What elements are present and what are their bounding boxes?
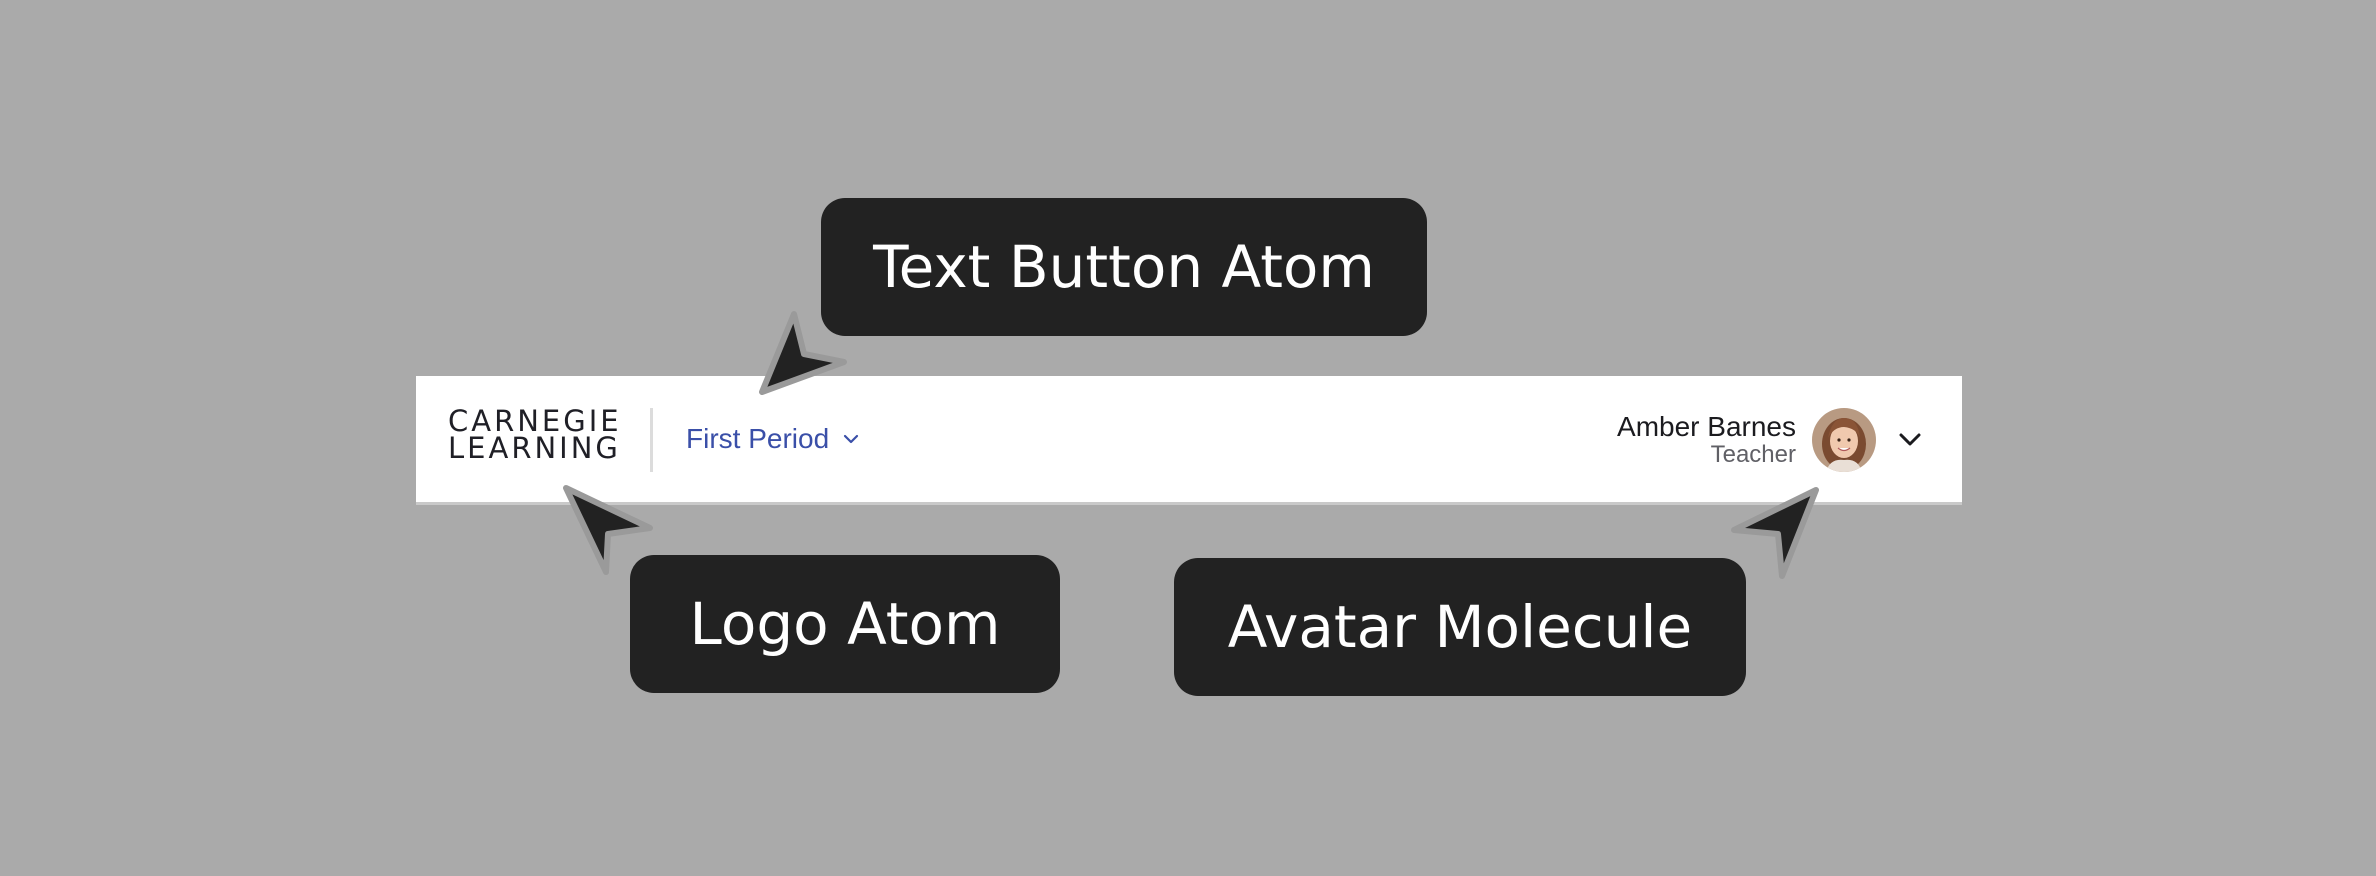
chevron-down-icon (843, 434, 859, 444)
avatar-photo-icon (1812, 408, 1876, 472)
period-selector-button[interactable]: First Period (686, 416, 859, 462)
user-info: Amber Barnes Teacher (1617, 412, 1796, 468)
callout-text-button-label: Text Button Atom (873, 233, 1375, 301)
callout-text-button-atom: Text Button Atom (821, 198, 1427, 336)
pointer-arrow-icon (1730, 486, 1820, 579)
period-selector-label: First Period (686, 423, 830, 454)
user-menu[interactable]: Amber Barnes Teacher (1617, 404, 1922, 476)
logo-divider (650, 408, 653, 472)
callout-logo-atom: Logo Atom (630, 555, 1060, 693)
callout-logo-label: Logo Atom (689, 590, 1001, 658)
pointer-arrow-icon (562, 484, 653, 575)
user-name: Amber Barnes (1617, 411, 1796, 442)
avatar[interactable] (1812, 408, 1876, 472)
callout-avatar-label: Avatar Molecule (1227, 593, 1693, 661)
pointer-arrow-icon (756, 311, 847, 402)
chevron-down-icon[interactable] (1898, 432, 1922, 448)
callout-avatar-molecule: Avatar Molecule (1174, 558, 1746, 696)
carnegie-learning-logo[interactable]: CARNEGIE LEARNING (448, 407, 624, 468)
logo-line-2: LEARNING (448, 431, 621, 465)
user-role: Teacher (1710, 441, 1796, 468)
